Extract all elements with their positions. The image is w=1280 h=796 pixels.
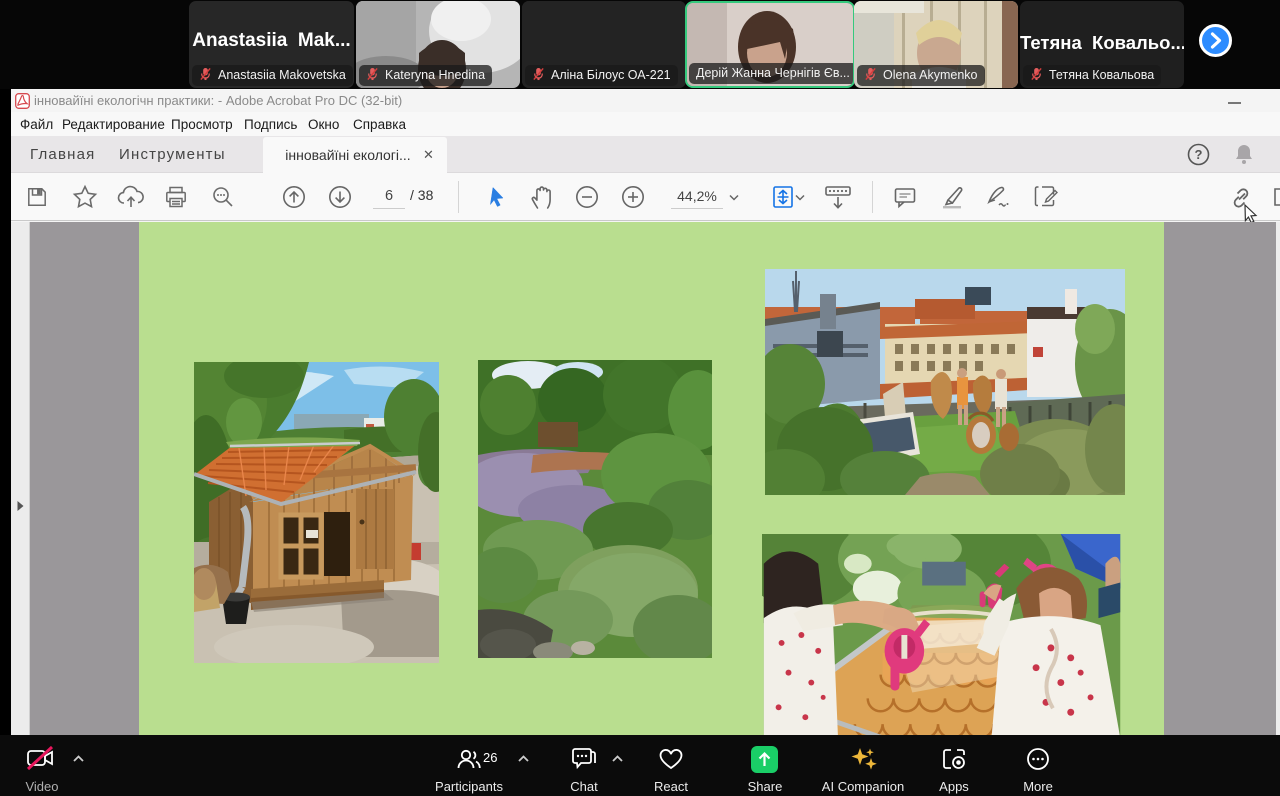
svg-text:?: ? — [1195, 147, 1203, 162]
